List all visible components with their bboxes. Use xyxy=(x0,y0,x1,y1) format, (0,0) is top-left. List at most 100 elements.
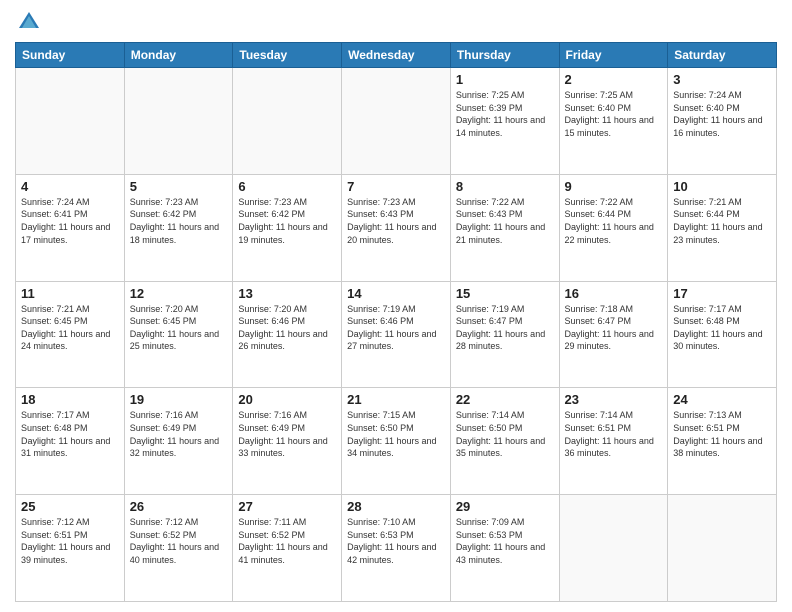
table-row: 7Sunrise: 7:23 AMSunset: 6:43 PMDaylight… xyxy=(342,174,451,281)
day-number: 26 xyxy=(130,499,228,514)
day-number: 5 xyxy=(130,179,228,194)
calendar-table: Sunday Monday Tuesday Wednesday Thursday… xyxy=(15,42,777,602)
table-row: 22 Sunrise: 7:14 AMSunset: 6:50 PMDayligh… xyxy=(450,388,559,495)
col-thursday: Thursday xyxy=(450,43,559,68)
day-number: 12 xyxy=(130,286,228,301)
day-info: Sunrise: 7:21 AMSunset: 6:45 PMDaylight:… xyxy=(21,303,119,353)
day-number: 14 xyxy=(347,286,445,301)
day-number: 25 xyxy=(21,499,119,514)
week-row-3: 18Sunrise: 7:17 AMSunset: 6:48 PMDayligh… xyxy=(16,388,777,495)
table-row: 8 Sunrise: 7:22 AMSunset: 6:43 PMDaylight… xyxy=(450,174,559,281)
day-info: Sunrise: 7:19 AMSunset: 6:47 PMDaylight:… xyxy=(456,303,554,353)
day-number: 17 xyxy=(673,286,771,301)
table-row xyxy=(16,68,125,175)
day-info: Sunrise: 7:14 AMSunset: 6:51 PMDaylight:… xyxy=(565,409,663,459)
table-row: 21 Sunrise: 7:15 AMSunset: 6:50 PMDayligh… xyxy=(342,388,451,495)
table-row: 27 Sunrise: 7:11 AMSunset: 6:52 PMDayligh… xyxy=(233,495,342,602)
day-number: 4 xyxy=(21,179,119,194)
day-number: 24 xyxy=(673,392,771,407)
table-row: 10 Sunrise: 7:21 AMSunset: 6:44 PMDayligh… xyxy=(668,174,777,281)
week-row-0: 1 Sunrise: 7:25 AMSunset: 6:39 PMDaylight… xyxy=(16,68,777,175)
logo xyxy=(15,10,41,34)
day-info: Sunrise: 7:23 AMSunset: 6:42 PMDaylight:… xyxy=(130,196,228,246)
col-wednesday: Wednesday xyxy=(342,43,451,68)
col-tuesday: Tuesday xyxy=(233,43,342,68)
day-info: Sunrise: 7:23 AMSunset: 6:42 PMDaylight:… xyxy=(238,196,336,246)
day-number: 7 xyxy=(347,179,445,194)
table-row: 15 Sunrise: 7:19 AMSunset: 6:47 PMDayligh… xyxy=(450,281,559,388)
day-number: 28 xyxy=(347,499,445,514)
table-row xyxy=(559,495,668,602)
table-row: 2 Sunrise: 7:25 AMSunset: 6:40 PMDaylight… xyxy=(559,68,668,175)
col-monday: Monday xyxy=(124,43,233,68)
week-row-1: 4Sunrise: 7:24 AMSunset: 6:41 PMDaylight… xyxy=(16,174,777,281)
table-row xyxy=(233,68,342,175)
table-row: 24 Sunrise: 7:13 AMSunset: 6:51 PMDayligh… xyxy=(668,388,777,495)
day-number: 11 xyxy=(21,286,119,301)
table-row: 25 Sunrise: 7:12 AMSunset: 6:51 PMDayligh… xyxy=(16,495,125,602)
table-row: 29 Sunrise: 7:09 AMSunset: 6:53 PMDayligh… xyxy=(450,495,559,602)
day-info: Sunrise: 7:17 AMSunset: 6:48 PMDaylight:… xyxy=(21,409,119,459)
day-number: 29 xyxy=(456,499,554,514)
col-friday: Friday xyxy=(559,43,668,68)
header xyxy=(15,10,777,34)
day-number: 8 xyxy=(456,179,554,194)
day-info: Sunrise: 7:17 AMSunset: 6:48 PMDaylight:… xyxy=(673,303,771,353)
day-info: Sunrise: 7:19 AMSunset: 6:46 PMDaylight:… xyxy=(347,303,445,353)
col-sunday: Sunday xyxy=(16,43,125,68)
day-info: Sunrise: 7:25 AMSunset: 6:39 PMDaylight:… xyxy=(456,89,554,139)
day-number: 16 xyxy=(565,286,663,301)
day-info: Sunrise: 7:12 AMSunset: 6:52 PMDaylight:… xyxy=(130,516,228,566)
table-row: 18Sunrise: 7:17 AMSunset: 6:48 PMDayligh… xyxy=(16,388,125,495)
day-info: Sunrise: 7:10 AMSunset: 6:53 PMDaylight:… xyxy=(347,516,445,566)
table-row: 5 Sunrise: 7:23 AMSunset: 6:42 PMDaylight… xyxy=(124,174,233,281)
table-row xyxy=(668,495,777,602)
day-number: 27 xyxy=(238,499,336,514)
day-info: Sunrise: 7:20 AMSunset: 6:45 PMDaylight:… xyxy=(130,303,228,353)
day-number: 3 xyxy=(673,72,771,87)
table-row: 3 Sunrise: 7:24 AMSunset: 6:40 PMDaylight… xyxy=(668,68,777,175)
day-number: 1 xyxy=(456,72,554,87)
day-info: Sunrise: 7:15 AMSunset: 6:50 PMDaylight:… xyxy=(347,409,445,459)
day-info: Sunrise: 7:24 AMSunset: 6:40 PMDaylight:… xyxy=(673,89,771,139)
table-row: 19Sunrise: 7:16 AMSunset: 6:49 PMDayligh… xyxy=(124,388,233,495)
table-row: 9 Sunrise: 7:22 AMSunset: 6:44 PMDaylight… xyxy=(559,174,668,281)
day-info: Sunrise: 7:21 AMSunset: 6:44 PMDaylight:… xyxy=(673,196,771,246)
table-row: 4Sunrise: 7:24 AMSunset: 6:41 PMDaylight… xyxy=(16,174,125,281)
day-info: Sunrise: 7:09 AMSunset: 6:53 PMDaylight:… xyxy=(456,516,554,566)
day-info: Sunrise: 7:11 AMSunset: 6:52 PMDaylight:… xyxy=(238,516,336,566)
day-number: 21 xyxy=(347,392,445,407)
week-row-2: 11 Sunrise: 7:21 AMSunset: 6:45 PMDayligh… xyxy=(16,281,777,388)
day-number: 22 xyxy=(456,392,554,407)
table-row: 23 Sunrise: 7:14 AMSunset: 6:51 PMDayligh… xyxy=(559,388,668,495)
table-row xyxy=(342,68,451,175)
day-number: 10 xyxy=(673,179,771,194)
day-info: Sunrise: 7:22 AMSunset: 6:44 PMDaylight:… xyxy=(565,196,663,246)
table-row: 20 Sunrise: 7:16 AMSunset: 6:49 PMDayligh… xyxy=(233,388,342,495)
header-row: Sunday Monday Tuesday Wednesday Thursday… xyxy=(16,43,777,68)
logo-icon xyxy=(17,10,41,34)
day-number: 2 xyxy=(565,72,663,87)
day-number: 9 xyxy=(565,179,663,194)
day-number: 19 xyxy=(130,392,228,407)
table-row: 11 Sunrise: 7:21 AMSunset: 6:45 PMDayligh… xyxy=(16,281,125,388)
day-info: Sunrise: 7:20 AMSunset: 6:46 PMDaylight:… xyxy=(238,303,336,353)
day-info: Sunrise: 7:14 AMSunset: 6:50 PMDaylight:… xyxy=(456,409,554,459)
table-row: 14 Sunrise: 7:19 AMSunset: 6:46 PMDayligh… xyxy=(342,281,451,388)
day-info: Sunrise: 7:18 AMSunset: 6:47 PMDaylight:… xyxy=(565,303,663,353)
table-row: 28 Sunrise: 7:10 AMSunset: 6:53 PMDayligh… xyxy=(342,495,451,602)
table-row: 13Sunrise: 7:20 AMSunset: 6:46 PMDayligh… xyxy=(233,281,342,388)
day-info: Sunrise: 7:22 AMSunset: 6:43 PMDaylight:… xyxy=(456,196,554,246)
col-saturday: Saturday xyxy=(668,43,777,68)
table-row: 16 Sunrise: 7:18 AMSunset: 6:47 PMDayligh… xyxy=(559,281,668,388)
day-info: Sunrise: 7:16 AMSunset: 6:49 PMDaylight:… xyxy=(238,409,336,459)
day-number: 20 xyxy=(238,392,336,407)
day-info: Sunrise: 7:25 AMSunset: 6:40 PMDaylight:… xyxy=(565,89,663,139)
day-number: 23 xyxy=(565,392,663,407)
day-number: 6 xyxy=(238,179,336,194)
page: Sunday Monday Tuesday Wednesday Thursday… xyxy=(0,0,792,612)
week-row-4: 25 Sunrise: 7:12 AMSunset: 6:51 PMDayligh… xyxy=(16,495,777,602)
day-info: Sunrise: 7:12 AMSunset: 6:51 PMDaylight:… xyxy=(21,516,119,566)
day-number: 15 xyxy=(456,286,554,301)
day-info: Sunrise: 7:13 AMSunset: 6:51 PMDaylight:… xyxy=(673,409,771,459)
